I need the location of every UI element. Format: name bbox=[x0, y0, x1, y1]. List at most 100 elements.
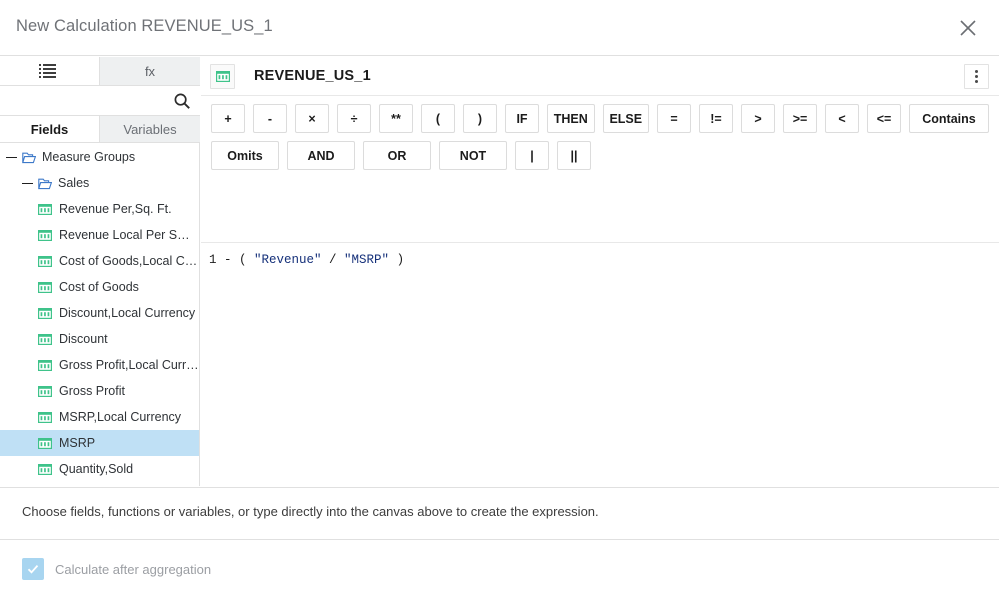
expression-name: REVENUE_US_1 bbox=[254, 68, 371, 84]
operator-button[interactable]: | bbox=[515, 141, 549, 170]
operator-button[interactable]: IF bbox=[505, 104, 539, 133]
expression-header: REVENUE_US_1 bbox=[201, 57, 999, 96]
expression-token: ) bbox=[389, 253, 404, 267]
tab-functions[interactable]: fx bbox=[100, 57, 200, 85]
folder-icon bbox=[38, 177, 52, 190]
hint-bar: Choose fields, functions or variables, o… bbox=[0, 487, 999, 539]
folder-icon bbox=[22, 151, 36, 164]
operator-button[interactable]: Contains bbox=[909, 104, 989, 133]
expression-editor-panel: REVENUE_US_1 +-× ÷ ** () IF THEN ELSE = != > >= < <=… bbox=[201, 57, 999, 486]
action-bar: Calculate after aggregation Validate OK … bbox=[0, 539, 999, 600]
tree-item-label: Gross Profit bbox=[59, 384, 125, 398]
tree-folder-row[interactable]: Measure Groups bbox=[0, 144, 199, 170]
expression-text: 1 - ( "Revenue" / "MSRP" ) bbox=[209, 252, 999, 268]
tree-item-label: Cost of Goods bbox=[59, 280, 139, 294]
expression-canvas[interactable]: 1 - ( "Revenue" / "MSRP" ) bbox=[201, 242, 999, 486]
collapse-toggle-icon[interactable] bbox=[22, 178, 33, 189]
measure-icon bbox=[38, 256, 52, 267]
operator-button[interactable]: NOT bbox=[439, 141, 507, 170]
tree-item-label: Revenue Per,Sq. Ft. bbox=[59, 202, 172, 216]
expression-token: 1 - ( bbox=[209, 253, 254, 267]
operator-button[interactable]: THEN bbox=[547, 104, 595, 133]
tab-fields[interactable]: Fields bbox=[0, 116, 100, 142]
operator-button[interactable]: Omits bbox=[211, 141, 279, 170]
tree-field-row[interactable]: MSRP bbox=[0, 430, 199, 456]
operator-button[interactable]: > bbox=[741, 104, 775, 133]
close-icon[interactable] bbox=[951, 11, 985, 45]
operator-row-secondary: OmitsANDORNOT||| bbox=[211, 141, 989, 170]
tree-item-label: Sales bbox=[58, 176, 89, 190]
operator-button[interactable]: < bbox=[825, 104, 859, 133]
search-row bbox=[0, 86, 200, 116]
measure-icon bbox=[210, 64, 235, 89]
tree-field-row[interactable]: Discount,Local Currency bbox=[0, 300, 199, 326]
tree-field-row[interactable]: Revenue Per,Sq. Ft. bbox=[0, 196, 199, 222]
measure-icon bbox=[38, 230, 52, 241]
measure-icon bbox=[38, 464, 52, 475]
tree-field-row[interactable]: Discount bbox=[0, 326, 199, 352]
operator-button[interactable]: ÷ bbox=[337, 104, 371, 133]
field-tree: Measure Groups Sales Revenue Per,Sq. Ft. Re… bbox=[0, 144, 199, 486]
search-icon[interactable] bbox=[173, 92, 191, 110]
tree-field-row[interactable]: Gross Profit bbox=[0, 378, 199, 404]
measure-icon bbox=[38, 308, 52, 319]
operator-button[interactable]: ** bbox=[379, 104, 413, 133]
search-input[interactable] bbox=[6, 90, 166, 112]
measure-icon bbox=[38, 412, 52, 423]
tab-variables[interactable]: Variables bbox=[100, 116, 200, 142]
operator-button[interactable]: || bbox=[557, 141, 591, 170]
tree-field-row[interactable]: Gross Profit,Local Curre... bbox=[0, 352, 199, 378]
dialog-title: New Calculation REVENUE_US_1 bbox=[16, 17, 273, 36]
operator-button[interactable]: - bbox=[253, 104, 287, 133]
tree-field-row[interactable]: Cost of Goods,Local Cur... bbox=[0, 248, 199, 274]
tree-item-label: Cost of Goods,Local Cur... bbox=[59, 254, 199, 268]
operator-button[interactable]: OR bbox=[363, 141, 431, 170]
tree-folder-row[interactable]: Sales bbox=[0, 170, 199, 196]
hint-text: Choose fields, functions or variables, o… bbox=[22, 504, 599, 519]
tree-item-label: Discount bbox=[59, 332, 108, 346]
tree-item-label: MSRP bbox=[59, 436, 95, 450]
operator-button[interactable]: + bbox=[211, 104, 245, 133]
tree-field-row[interactable]: Quantity,Sold bbox=[0, 456, 199, 482]
calculate-after-aggregation-checkbox: Calculate after aggregation bbox=[22, 558, 211, 580]
checkbox-checked-icon bbox=[22, 558, 44, 580]
checkbox-label: Calculate after aggregation bbox=[55, 562, 211, 577]
dialog-title-bar: New Calculation REVENUE_US_1 bbox=[0, 0, 999, 56]
operator-button[interactable]: >= bbox=[783, 104, 817, 133]
expression-string-token: "Revenue" bbox=[254, 253, 322, 267]
measure-icon bbox=[38, 386, 52, 397]
measure-icon bbox=[38, 204, 52, 215]
operator-row-primary: +-× ÷ ** () IF THEN ELSE = != > >= < <= Contains bbox=[211, 104, 989, 133]
measure-icon bbox=[38, 334, 52, 345]
expression-string-token: "MSRP" bbox=[344, 253, 389, 267]
collapse-toggle-icon[interactable] bbox=[6, 152, 17, 163]
measure-icon bbox=[38, 360, 52, 371]
operator-button[interactable]: != bbox=[699, 104, 733, 133]
operator-button[interactable]: <= bbox=[867, 104, 901, 133]
tab-fields-list[interactable] bbox=[0, 57, 100, 85]
measure-icon bbox=[38, 282, 52, 293]
fields-panel: fx Fields Variables Measure Groups Sales R… bbox=[0, 57, 200, 486]
operator-toolbar: +-× ÷ ** () IF THEN ELSE = != > >= < <= Contains Omit… bbox=[201, 96, 999, 170]
operator-button[interactable]: AND bbox=[287, 141, 355, 170]
tree-item-label: Measure Groups bbox=[42, 150, 135, 164]
list-icon bbox=[43, 64, 56, 78]
tree-field-row[interactable]: Cost of Goods bbox=[0, 274, 199, 300]
expression-token: / bbox=[322, 253, 345, 267]
operator-button[interactable]: ) bbox=[463, 104, 497, 133]
measure-icon bbox=[38, 438, 52, 449]
tree-field-row[interactable]: Revenue Local Per SQ. M. bbox=[0, 222, 199, 248]
tree-item-label: MSRP,Local Currency bbox=[59, 410, 181, 424]
operator-button[interactable]: ( bbox=[421, 104, 455, 133]
mode-tab-bar: fx bbox=[0, 57, 200, 86]
tree-item-label: Discount,Local Currency bbox=[59, 306, 195, 320]
tree-item-label: Revenue Local Per SQ. M. bbox=[59, 228, 199, 242]
kebab-menu-icon[interactable] bbox=[964, 64, 989, 89]
function-icon-label: fx bbox=[145, 64, 155, 79]
field-tab-bar: Fields Variables bbox=[0, 116, 200, 143]
operator-button[interactable]: = bbox=[657, 104, 691, 133]
tree-item-label: Quantity,Sold bbox=[59, 462, 133, 476]
operator-button[interactable]: ELSE bbox=[603, 104, 649, 133]
operator-button[interactable]: × bbox=[295, 104, 329, 133]
tree-field-row[interactable]: MSRP,Local Currency bbox=[0, 404, 199, 430]
